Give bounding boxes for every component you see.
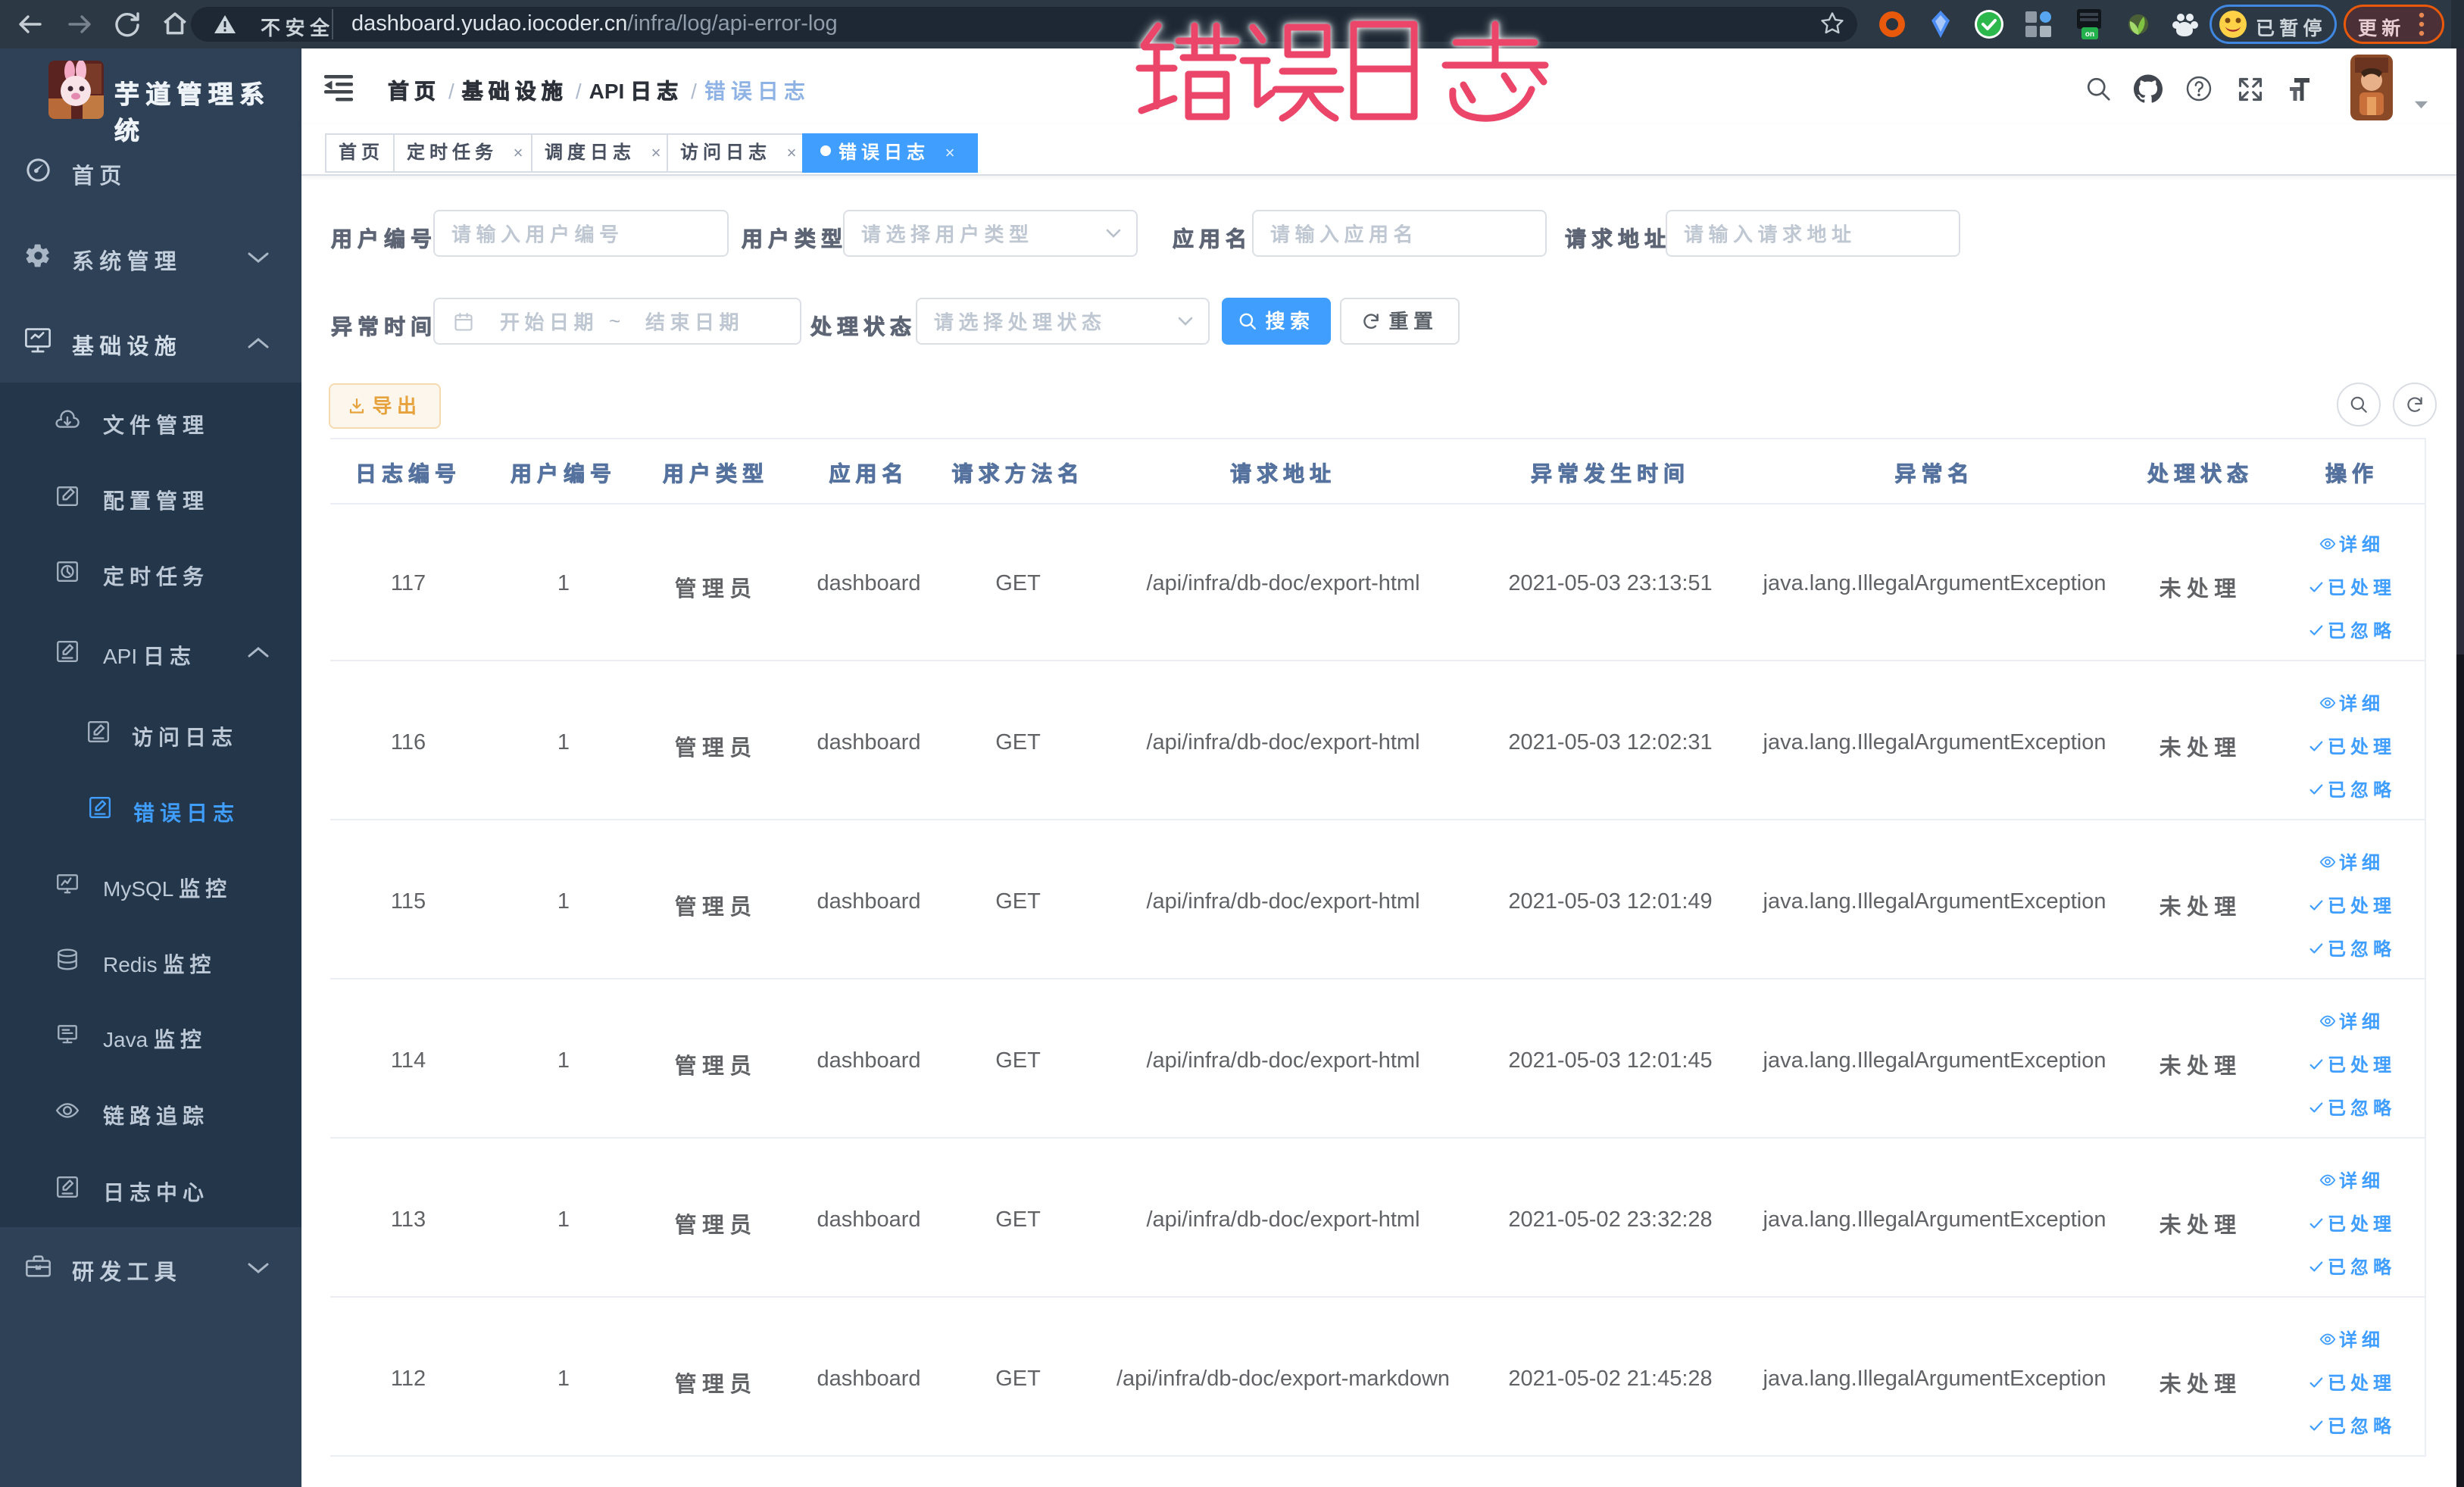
- svg-text:on: on: [2085, 30, 2094, 39]
